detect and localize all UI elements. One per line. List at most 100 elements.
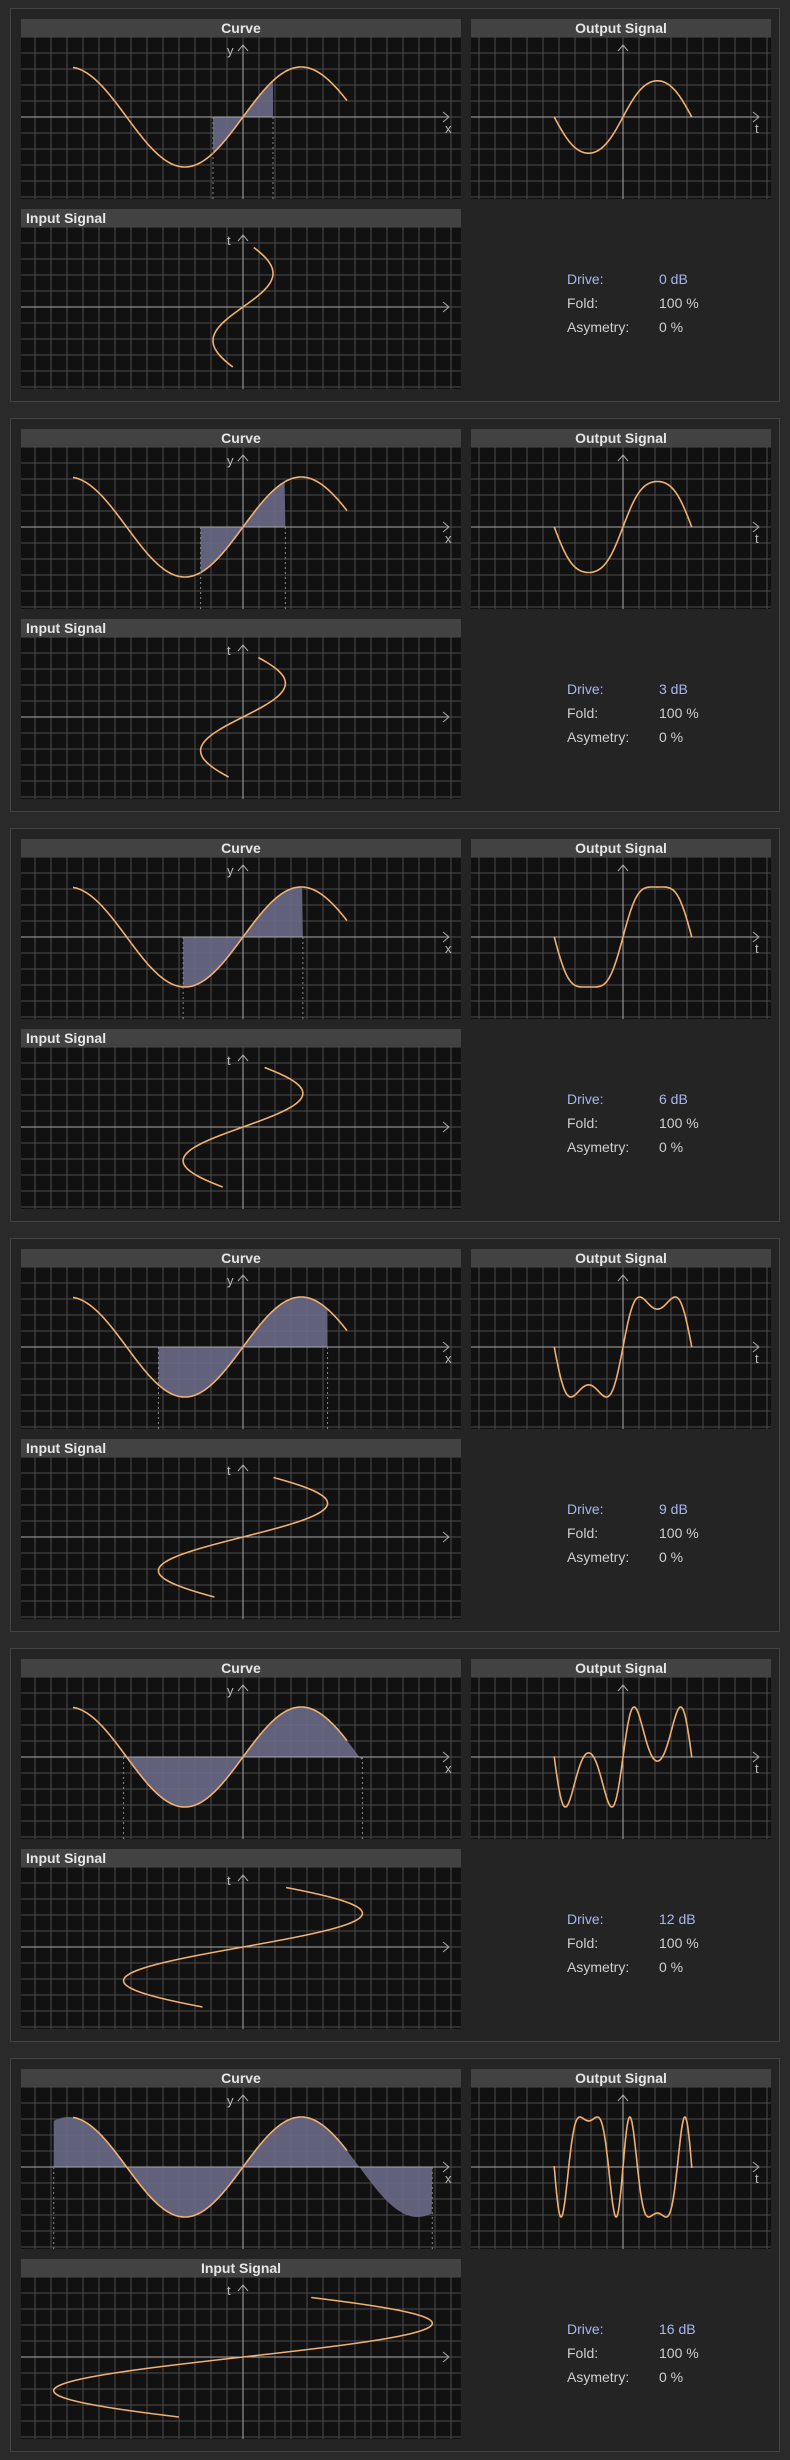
drive-value: 9 dB [659, 1501, 688, 1517]
asymmetry-row: Asymetry: 0 % [567, 729, 767, 753]
curve-graph: xy [21, 857, 461, 1019]
drive-value: 6 dB [659, 1091, 688, 1107]
input-title: Input Signal [21, 2259, 461, 2277]
asymmetry-label: Asymetry: [567, 2369, 630, 2385]
drive-value: 16 dB [659, 2321, 696, 2337]
input-graph: t [21, 1457, 461, 1619]
output-signal-plot: Output Signal t [471, 2069, 771, 2249]
axis-label: x [445, 121, 452, 136]
drive-row: Drive: 9 dB [567, 1501, 767, 1525]
input-graph: t [21, 2277, 461, 2439]
curve-plot: Curve x y [21, 2069, 461, 2249]
output-title: Output Signal [471, 1659, 771, 1677]
asymmetry-value: 0 % [659, 2369, 684, 2385]
curve-graph: xy [21, 1677, 461, 1839]
drive-row: Drive: 3 dB [567, 681, 767, 705]
drive-label: Drive: [567, 2321, 604, 2337]
output-signal-plot: Output Signal t [471, 839, 771, 1019]
fold-row: Fold: 100 % [567, 2345, 767, 2369]
fold-row: Fold: 100 % [567, 1935, 767, 1959]
axis-label: x [445, 2171, 452, 2186]
curve-graph: xy [21, 2087, 461, 2249]
input-signal-plot: Input Signal t [21, 1439, 461, 1619]
input-signal-plot: Input Signal t [21, 2259, 461, 2439]
asymmetry-label: Asymetry: [567, 1139, 630, 1155]
output-graph: t [471, 37, 771, 199]
parameter-readout: Drive: 16 dB Fold: 100 % Asymetry: 0 % [567, 2321, 767, 2393]
axis-label: t [755, 1761, 759, 1776]
output-graph: t [471, 1677, 771, 1839]
curve-graph: xy [21, 1267, 461, 1429]
axis-label: t [755, 1351, 759, 1366]
axis-label: t [227, 233, 231, 248]
axis-label: t [755, 941, 759, 956]
curve-plot: Curve x y [21, 1249, 461, 1429]
curve-title: Curve [21, 1249, 461, 1267]
axis-label: y [227, 453, 234, 468]
asymmetry-value: 0 % [659, 319, 684, 335]
drive-label: Drive: [567, 1911, 604, 1927]
output-title: Output Signal [471, 429, 771, 447]
axis-label: y [227, 2093, 234, 2108]
output-graph: t [471, 2087, 771, 2249]
axis-label: t [227, 1053, 231, 1068]
input-graph: t [21, 227, 461, 389]
input-signal-plot: Input Signal t [21, 209, 461, 389]
output-graph: t [471, 1267, 771, 1429]
axis-label: t [755, 121, 759, 136]
axis-label: x [445, 1761, 452, 1776]
input-title: Input Signal [21, 619, 461, 637]
axis-label: t [227, 643, 231, 658]
axis-label: y [227, 1683, 234, 1698]
asymmetry-row: Asymetry: 0 % [567, 1549, 767, 1573]
asymmetry-value: 0 % [659, 729, 684, 745]
drive-panel: Curve x y Output Signal t Input Signal t Drive:… [10, 1238, 780, 1632]
parameter-readout: Drive: 12 dB Fold: 100 % Asymetry: 0 % [567, 1911, 767, 1983]
asymmetry-row: Asymetry: 0 % [567, 2369, 767, 2393]
drive-panel: Curve x y Output Signal t Input Signal t Drive:… [10, 418, 780, 812]
curve-title: Curve [21, 2069, 461, 2087]
fold-row: Fold: 100 % [567, 1115, 767, 1139]
output-title: Output Signal [471, 2069, 771, 2087]
input-title: Input Signal [21, 209, 461, 227]
output-graph: t [471, 857, 771, 1019]
asymmetry-label: Asymetry: [567, 1549, 630, 1565]
fold-row: Fold: 100 % [567, 705, 767, 729]
parameter-readout: Drive: 6 dB Fold: 100 % Asymetry: 0 % [567, 1091, 767, 1163]
output-title: Output Signal [471, 839, 771, 857]
axis-label: x [445, 1351, 452, 1366]
output-signal-plot: Output Signal t [471, 429, 771, 609]
drive-value: 12 dB [659, 1911, 696, 1927]
output-signal-plot: Output Signal t [471, 19, 771, 199]
drive-panel: Curve x y Output Signal t Input Signal t Drive:… [10, 2058, 780, 2452]
fold-label: Fold: [567, 1525, 599, 1541]
drive-panel: Curve x y Output Signal t Input Signal t Drive:… [10, 828, 780, 1222]
axis-label: x [445, 941, 452, 956]
asymmetry-label: Asymetry: [567, 1959, 630, 1975]
fold-value: 100 % [659, 2345, 699, 2361]
fold-label: Fold: [567, 1115, 599, 1131]
fold-value: 100 % [659, 1935, 699, 1951]
drive-row: Drive: 6 dB [567, 1091, 767, 1115]
input-graph: t [21, 1867, 461, 2029]
parameter-readout: Drive: 3 dB Fold: 100 % Asymetry: 0 % [567, 681, 767, 753]
input-graph: t [21, 637, 461, 799]
output-graph: t [471, 447, 771, 609]
curve-plot: Curve x y [21, 839, 461, 1019]
asymmetry-value: 0 % [659, 1959, 684, 1975]
curve-title: Curve [21, 429, 461, 447]
input-title: Input Signal [21, 1029, 461, 1047]
drive-value: 0 dB [659, 271, 688, 287]
fold-row: Fold: 100 % [567, 295, 767, 319]
asymmetry-row: Asymetry: 0 % [567, 1959, 767, 1983]
drive-panel: Curve x y Output Signal t Input Signal t Drive:… [10, 8, 780, 402]
curve-graph: xy [21, 447, 461, 609]
curve-graph: xy [21, 37, 461, 199]
fold-value: 100 % [659, 295, 699, 311]
input-graph: t [21, 1047, 461, 1209]
input-title: Input Signal [21, 1439, 461, 1457]
asymmetry-row: Asymetry: 0 % [567, 1139, 767, 1163]
axis-label: t [755, 531, 759, 546]
drive-label: Drive: [567, 681, 604, 697]
asymmetry-value: 0 % [659, 1549, 684, 1565]
